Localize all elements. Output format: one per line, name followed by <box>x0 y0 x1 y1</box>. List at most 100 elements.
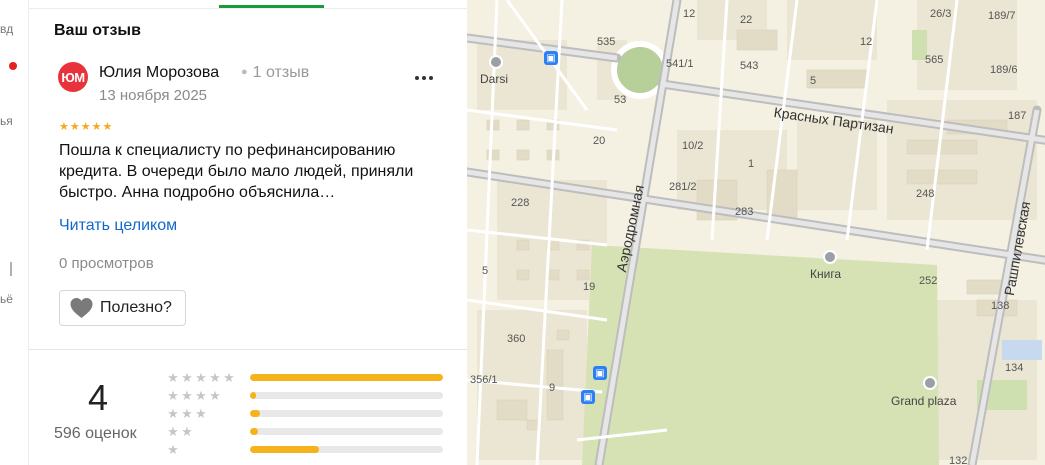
notification-dot <box>9 62 17 70</box>
mall-pin-icon[interactable] <box>923 376 937 390</box>
star-icon: ★ <box>167 424 179 439</box>
star-icon: ★ <box>223 370 235 385</box>
ratings-count: 596 оценок <box>54 425 137 442</box>
map-label-house: 53 <box>614 94 627 106</box>
map-label-house: 252 <box>919 275 938 287</box>
star-icon: ★ <box>91 121 102 133</box>
review-text: Пошла к специалисту по рефинансированию … <box>59 142 414 201</box>
map-label-house: 189/6 <box>990 64 1018 76</box>
rating-stars: ★ ★ <box>166 425 246 439</box>
star-icon: ★ <box>69 121 80 133</box>
section-title: Ваш отзыв <box>54 22 141 39</box>
rating-bar-track <box>250 446 443 453</box>
star-icon: ★ <box>59 121 69 133</box>
map-label-house: 535 <box>597 36 616 48</box>
rating-distribution-row[interactable]: ★ <box>166 441 446 459</box>
map-view[interactable]: Darsi 12 22 26/3 189/7 535 12 541/1 543 … <box>467 0 1045 465</box>
rating-stars: ★ ★ ★ ★ ★ <box>166 371 246 385</box>
map-label-house: 541/1 <box>666 58 694 70</box>
map-label-house: 19 <box>583 281 596 293</box>
rating-bar-track <box>250 428 443 435</box>
review-rating-stars: ★ ★ ★ ★ ★ <box>59 121 112 133</box>
star-icon: ★ <box>102 121 113 133</box>
reviews-panel: Ваш отзыв ЮМ Юлия Морозова ● 1 отзыв 13 н… <box>29 0 467 465</box>
rating-bar-fill <box>250 410 260 417</box>
divider <box>29 349 467 350</box>
read-more-link[interactable]: Читать целиком <box>59 217 177 235</box>
views-count: 0 просмотров <box>59 255 154 272</box>
rating-stars: ★ <box>166 443 246 457</box>
star-icon: ★ <box>195 406 207 421</box>
rating-bar-track <box>250 374 443 381</box>
star-icon: ★ <box>181 370 193 385</box>
rating-bar-fill <box>250 446 320 453</box>
map-label-house: 5 <box>482 265 489 277</box>
dot-icon <box>415 76 419 80</box>
map-label-house: 132 <box>949 455 968 465</box>
map-label-house: 1 <box>748 158 755 170</box>
bus-stop-icon[interactable]: ▣ <box>593 366 607 380</box>
dot-icon <box>422 76 426 80</box>
map-label-house: 10/2 <box>682 140 704 152</box>
map-label-house: 134 <box>1005 362 1024 374</box>
map-label-house: 565 <box>925 54 944 66</box>
rating-distribution-row[interactable]: ★ ★ ★ ★ ★ <box>166 369 446 387</box>
map-label-house: 5 <box>810 75 817 87</box>
bus-stop-icon[interactable]: ▣ <box>581 390 595 404</box>
map-label-house: 12 <box>860 36 873 48</box>
dot-icon <box>429 76 433 80</box>
helpful-label: Полезно? <box>100 299 172 316</box>
author-review-count-text: 1 отзыв <box>252 64 310 81</box>
map-label-house: 26/3 <box>930 8 952 20</box>
side-rail: вд ья ьё <box>0 0 29 465</box>
map-label-poi[interactable]: Darsi <box>480 72 508 86</box>
place-pin-icon[interactable] <box>489 55 503 69</box>
map-label-poi[interactable]: Книга <box>810 267 841 281</box>
rating-stars: ★ ★ ★ ★ <box>166 389 246 403</box>
rail-item-fragment[interactable]: вд <box>0 22 13 36</box>
star-icon: ★ <box>209 388 221 403</box>
active-tab-indicator[interactable] <box>219 5 324 8</box>
star-icon: ★ <box>167 406 179 421</box>
avatar[interactable]: ЮМ <box>58 62 88 92</box>
rating-bar-track <box>250 410 443 417</box>
star-icon: ★ <box>181 406 193 421</box>
store-pin-icon[interactable] <box>823 250 837 264</box>
star-icon: ★ <box>181 388 193 403</box>
map-label-house: 189/7 <box>988 10 1016 22</box>
star-icon: ★ <box>209 370 221 385</box>
star-icon: ★ <box>167 370 179 385</box>
map-label-house: 248 <box>916 188 935 200</box>
star-icon: ★ <box>167 442 179 457</box>
star-icon: ★ <box>181 424 193 439</box>
map-label-house: 12 <box>683 8 696 20</box>
bus-stop-icon[interactable]: ▣ <box>544 51 558 65</box>
map-label-house: 138 <box>991 300 1010 312</box>
map-label-house: 543 <box>740 60 759 72</box>
rail-divider <box>10 262 12 276</box>
rating-distribution-row[interactable]: ★ ★ <box>166 423 446 441</box>
average-score: 4 <box>88 377 109 418</box>
rail-item-fragment[interactable]: ьё <box>0 292 13 306</box>
map-label-house: 228 <box>511 197 530 209</box>
map-label-house: 20 <box>593 135 606 147</box>
rating-distribution-row[interactable]: ★ ★ ★ ★ <box>166 387 446 405</box>
rating-bar-track <box>250 392 443 399</box>
map-label-poi[interactable]: Grand plaza <box>891 394 956 408</box>
map-label-house: 283 <box>735 206 754 218</box>
helpful-button[interactable]: Полезно? <box>59 290 186 326</box>
star-icon: ★ <box>167 388 179 403</box>
rating-bar-fill <box>250 392 256 399</box>
rating-bar-fill <box>250 428 258 435</box>
map-label-house: 187 <box>1008 110 1027 122</box>
author-name[interactable]: Юлия Морозова <box>99 64 219 82</box>
review-date: 13 ноября 2025 <box>99 87 208 104</box>
more-options-button[interactable] <box>411 66 437 90</box>
map-label-house: 281/2 <box>669 181 697 193</box>
author-review-count: ● 1 отзыв <box>241 64 310 81</box>
rating-bar-fill <box>250 374 443 381</box>
map-label-house: 360 <box>507 333 526 345</box>
rating-distribution-row[interactable]: ★ ★ ★ <box>166 405 446 423</box>
star-icon: ★ <box>195 388 207 403</box>
rail-item-fragment[interactable]: ья <box>0 114 13 128</box>
